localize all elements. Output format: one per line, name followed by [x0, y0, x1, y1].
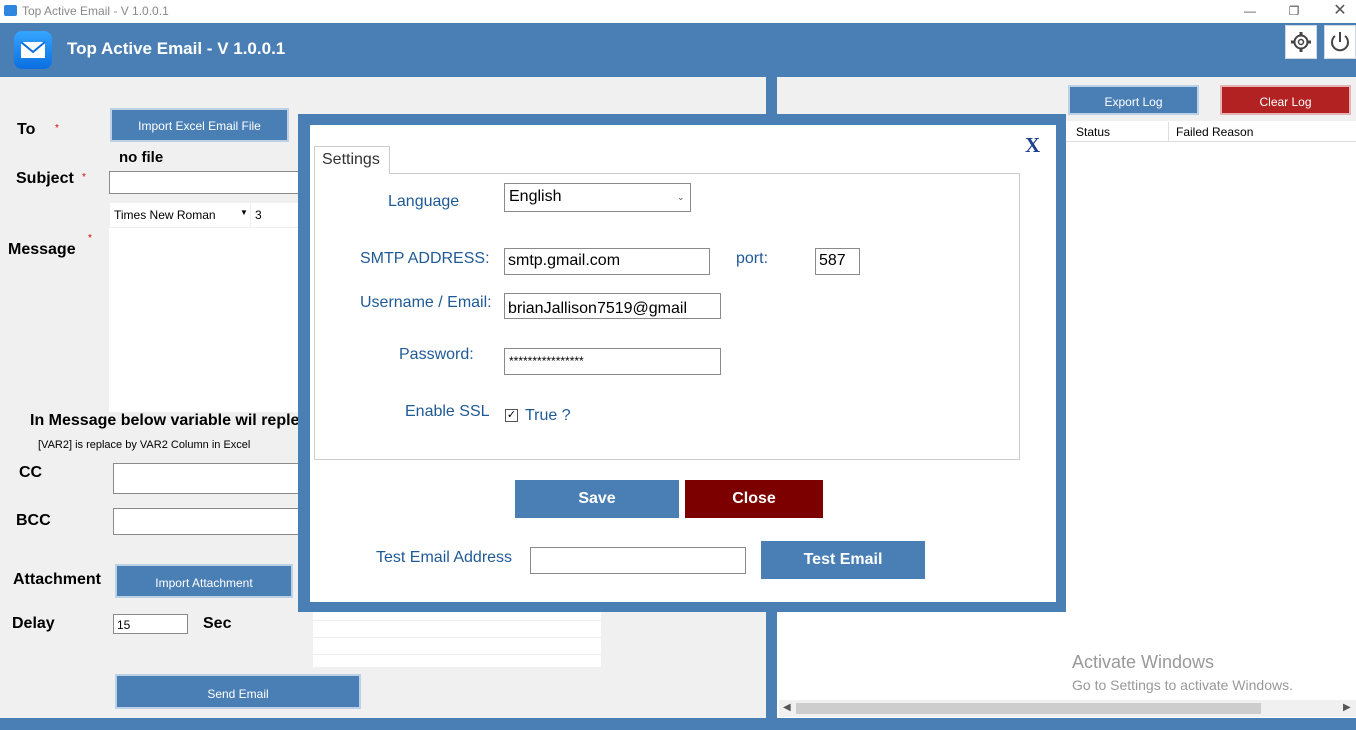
- close-window-icon[interactable]: ✕: [1330, 2, 1350, 20]
- username-email-label: Username / Email:: [360, 294, 492, 311]
- settings-gear-icon[interactable]: [1285, 25, 1317, 59]
- settings-tab[interactable]: Settings: [314, 146, 390, 174]
- envelope-logo-icon: [14, 31, 52, 69]
- app-header: Top Active Email - V 1.0.0.1: [0, 23, 1356, 77]
- cc-input[interactable]: [113, 463, 301, 494]
- bcc-input[interactable]: [113, 508, 301, 535]
- clear-log-button[interactable]: Clear Log: [1220, 85, 1351, 115]
- attachment-label: Attachment: [13, 571, 102, 588]
- export-log-button[interactable]: Export Log: [1068, 85, 1199, 115]
- font-family-select[interactable]: Times New Roman ▼: [110, 203, 250, 227]
- scrollbar-thumb[interactable]: [796, 703, 1261, 714]
- delay-unit-label: Sec: [203, 615, 232, 632]
- variable-note: [VAR2] is replace by VAR2 Column in Exce…: [38, 439, 251, 451]
- failed-reason-column-header[interactable]: Failed Reason: [1176, 125, 1253, 139]
- to-label: To: [17, 121, 36, 138]
- port-label: port:: [736, 250, 769, 267]
- log-grid-header: Status Failed Reason: [1066, 122, 1356, 142]
- no-file-text: no file: [119, 149, 164, 166]
- column-separator: [1168, 122, 1169, 141]
- cc-label: CC: [19, 464, 43, 481]
- power-icon[interactable]: [1324, 25, 1356, 59]
- activation-watermark-title: Activate Windows: [1072, 652, 1215, 672]
- message-label: Message: [8, 241, 76, 258]
- port-input[interactable]: 587: [815, 248, 860, 275]
- delay-label: Delay: [12, 615, 55, 632]
- scroll-left-icon[interactable]: ◀: [783, 702, 791, 713]
- import-excel-button[interactable]: Import Excel Email File: [110, 108, 289, 142]
- password-label: Password:: [399, 346, 474, 363]
- subject-label: Subject: [16, 170, 74, 187]
- attachment-list-row-line: [313, 620, 601, 621]
- enable-ssl-label: Enable SSL: [405, 403, 490, 420]
- save-button[interactable]: Save: [515, 480, 679, 518]
- window-title: Top Active Email - V 1.0.0.1: [22, 4, 169, 18]
- activation-watermark-subtitle: Go to Settings to activate Windows.: [1072, 677, 1293, 693]
- bcc-label: BCC: [16, 512, 51, 529]
- status-column-header[interactable]: Status: [1076, 125, 1110, 139]
- font-family-value: Times New Roman: [114, 208, 216, 222]
- smtp-address-input[interactable]: smtp.gmail.com: [504, 248, 710, 275]
- to-required-mark: *: [55, 123, 59, 134]
- subject-required-mark: *: [82, 172, 86, 183]
- attachment-list-row-line: [313, 637, 601, 638]
- dropdown-arrow-icon: ▼: [240, 208, 248, 217]
- import-attachment-button[interactable]: Import Attachment: [115, 564, 293, 598]
- delay-input[interactable]: 15: [113, 614, 188, 634]
- log-horizontal-scrollbar[interactable]: ◀ ▶: [779, 700, 1356, 717]
- app-title: Top Active Email - V 1.0.0.1: [67, 39, 286, 58]
- dialog-close-x-button[interactable]: X: [1025, 133, 1040, 158]
- enable-ssl-checkbox-label[interactable]: True ?: [525, 407, 571, 425]
- test-email-address-input[interactable]: [530, 547, 746, 574]
- close-button[interactable]: Close: [685, 480, 823, 518]
- message-required-mark: *: [88, 233, 92, 244]
- test-email-button[interactable]: Test Email: [761, 541, 925, 579]
- minimize-icon[interactable]: —: [1240, 2, 1260, 20]
- language-label: Language: [388, 193, 460, 210]
- attachment-list-row-line: [313, 654, 601, 655]
- bottom-bar: [0, 718, 1356, 730]
- chevron-down-icon: ⌄: [677, 192, 685, 202]
- test-email-address-label: Test Email Address: [376, 549, 513, 566]
- send-email-button[interactable]: Send Email: [115, 674, 361, 709]
- password-input[interactable]: ****************: [504, 348, 721, 375]
- language-select[interactable]: English ⌄: [504, 183, 691, 212]
- scroll-right-icon[interactable]: ▶: [1343, 702, 1351, 713]
- variable-heading: In Message below variable wil reple: [30, 412, 300, 429]
- enable-ssl-checkbox[interactable]: ✓: [505, 409, 518, 422]
- window-titlebar: Top Active Email - V 1.0.0.1 — ❐ ✕: [0, 0, 1356, 23]
- restore-icon[interactable]: ❐: [1284, 2, 1304, 20]
- message-editor[interactable]: [109, 228, 301, 412]
- subject-input[interactable]: [109, 171, 301, 194]
- smtp-address-label: SMTP ADDRESS:: [360, 250, 490, 267]
- font-size-select[interactable]: 3: [251, 203, 301, 227]
- app-mail-icon: [4, 5, 17, 16]
- username-email-value: brianJallison7519@gmail: [508, 300, 688, 317]
- language-value: English: [509, 188, 562, 205]
- username-email-input[interactable]: brianJallison7519@gmail: [504, 293, 721, 319]
- attachment-list: [313, 612, 601, 667]
